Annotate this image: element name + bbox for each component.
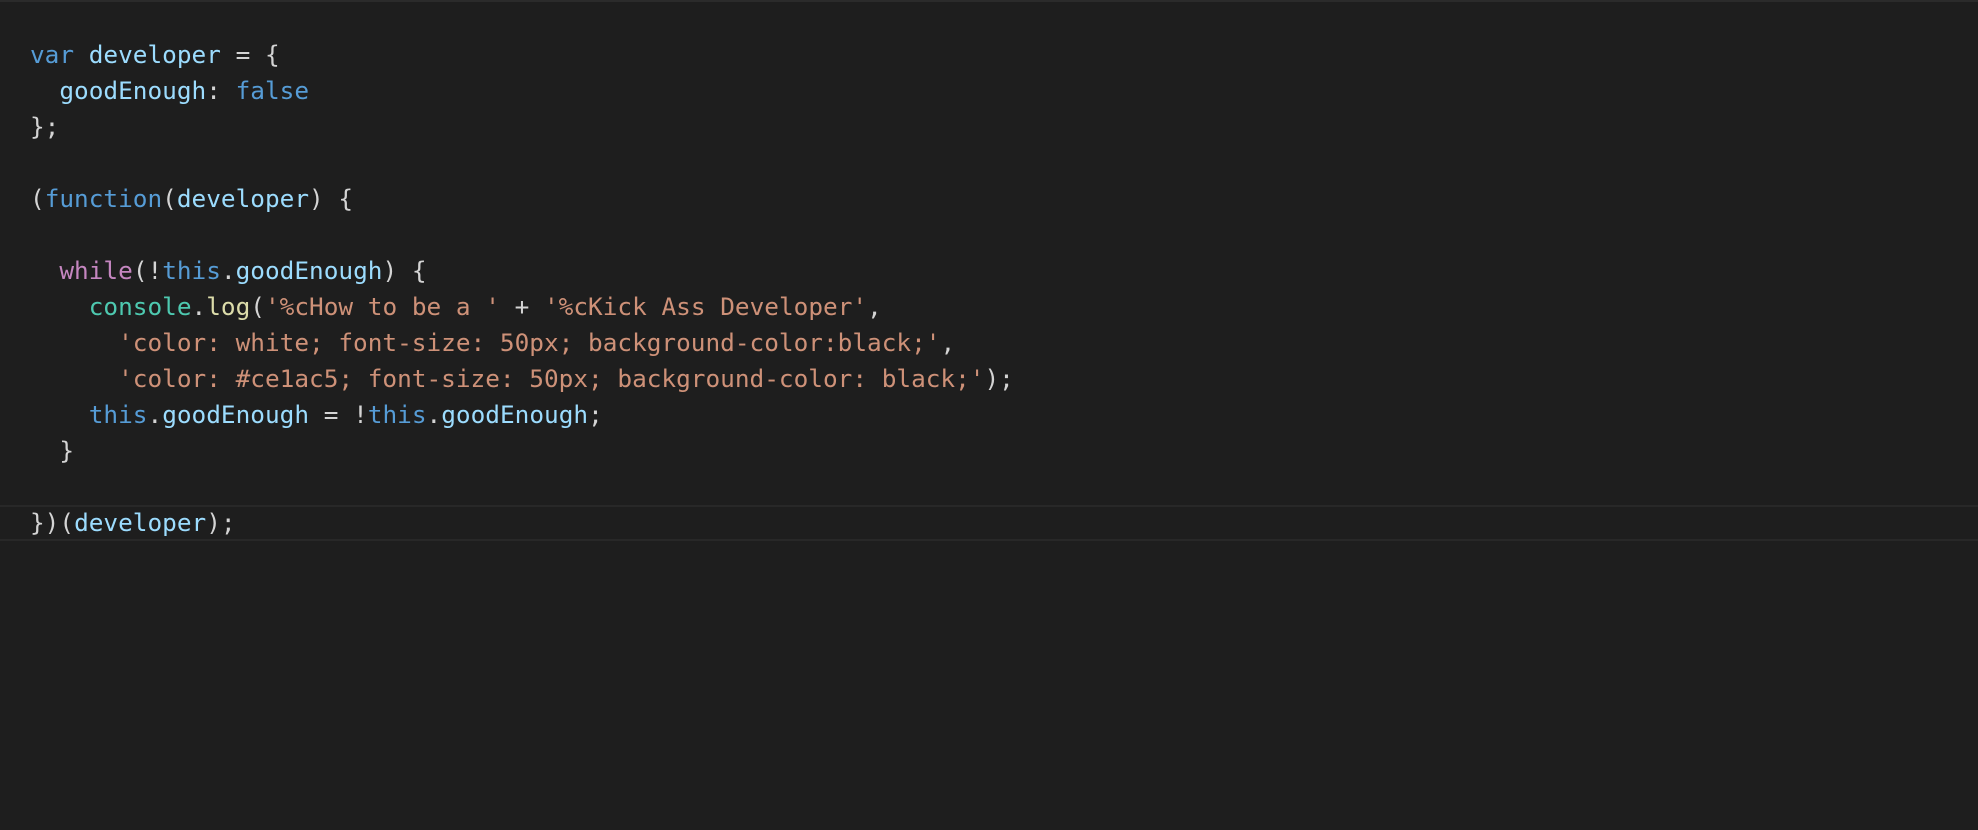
code-token: developer	[74, 508, 207, 537]
code-token: (	[162, 184, 177, 213]
code-token: ) {	[309, 184, 354, 213]
code-editor[interactable]: var developer = { goodEnough: false}; (fu…	[0, 0, 1978, 830]
code-token: goodEnough	[162, 400, 310, 429]
code-line[interactable]: while(!this.goodEnough) {	[0, 253, 1978, 289]
code-token: .	[147, 400, 163, 429]
code-token: false	[235, 76, 310, 105]
code-line[interactable]: 'color: white; font-size: 50px; backgrou…	[0, 325, 1978, 361]
code-token: ) {	[382, 256, 427, 285]
code-token: this	[162, 256, 221, 285]
code-token: (	[30, 184, 45, 213]
code-token: console	[88, 292, 192, 321]
code-line[interactable]: console.log('%cHow to be a ' + '%cKick A…	[0, 289, 1978, 325]
code-token: = {	[220, 40, 280, 69]
code-token: ,	[867, 292, 882, 321]
code-line[interactable]: (function(developer) {	[0, 181, 1978, 217]
code-line[interactable]: }	[0, 433, 1978, 469]
code-token: .	[220, 256, 236, 285]
code-token: function	[44, 184, 163, 213]
code-token: :	[206, 76, 236, 105]
code-token: '%cKick Ass Developer'	[544, 292, 868, 321]
code-token: }	[30, 436, 75, 465]
code-token: +	[499, 292, 544, 321]
code-token: .	[191, 292, 207, 321]
code-line[interactable]	[0, 469, 1978, 505]
code-token: goodEnough	[441, 400, 589, 429]
code-token: this	[88, 400, 148, 429]
code-token: var	[30, 40, 75, 69]
code-line-current[interactable]: })(developer);	[0, 505, 1978, 541]
code-token: (	[250, 292, 265, 321]
code-token: developer	[88, 40, 221, 69]
code-token: this	[367, 400, 427, 429]
code-line[interactable]	[0, 145, 1978, 181]
code-token: '%cHow to be a '	[264, 292, 500, 321]
code-line[interactable]: };	[0, 109, 1978, 145]
code-token: log	[206, 292, 251, 321]
code-token: while	[59, 256, 133, 285]
code-token: goodEnough	[235, 256, 383, 285]
code-token: 'color: #ce1ac5; font-size: 50px; backgr…	[118, 364, 985, 393]
code-line[interactable]: var developer = {	[0, 37, 1978, 73]
code-token: .	[426, 400, 442, 429]
code-token: })(	[30, 508, 75, 537]
code-token: );	[206, 508, 236, 537]
code-line[interactable]: this.goodEnough = !this.goodEnough;	[0, 397, 1978, 433]
code-line[interactable]: 'color: #ce1ac5; font-size: 50px; backgr…	[0, 361, 1978, 397]
code-token: 'color: white; font-size: 50px; backgrou…	[118, 328, 941, 357]
code-token: ,	[940, 328, 956, 357]
code-token: ;	[588, 400, 603, 429]
code-token: };	[30, 112, 60, 141]
code-line[interactable]	[0, 217, 1978, 253]
code-line[interactable]: goodEnough: false	[0, 73, 1978, 109]
code-token: = !	[309, 400, 368, 429]
code-token: developer	[176, 184, 310, 213]
code-token: goodEnough	[59, 76, 207, 105]
code-token: (!	[132, 256, 163, 285]
code-token: );	[984, 364, 1014, 393]
